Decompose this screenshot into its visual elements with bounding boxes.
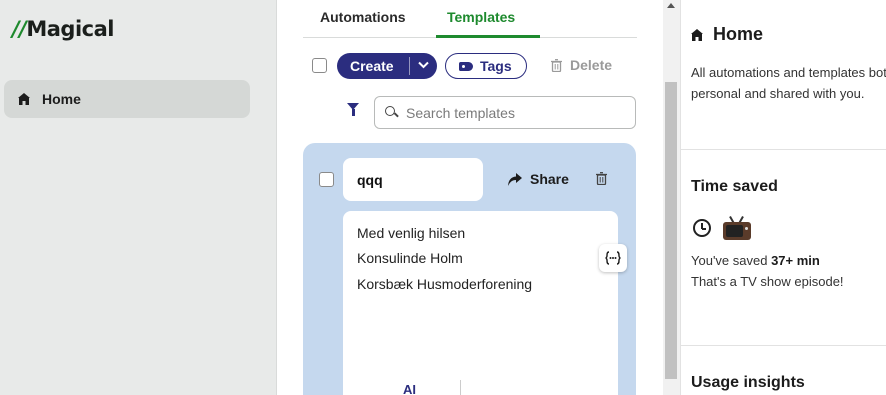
search-input[interactable] xyxy=(406,104,626,121)
scroll-up-arrow-icon[interactable] xyxy=(667,3,675,8)
sidebar-item-home[interactable]: Home xyxy=(4,80,250,118)
scrollbar[interactable] xyxy=(663,0,680,395)
insert-variable-icon[interactable] xyxy=(599,244,627,272)
share-button[interactable]: Share xyxy=(508,171,569,187)
home-icon xyxy=(691,28,703,41)
time-saved-note: That's a TV show episode! xyxy=(691,274,844,289)
tags-label: Tags xyxy=(480,58,512,74)
sidebar: //Magical Home xyxy=(0,0,277,395)
home-icon xyxy=(18,93,30,105)
filter-icon[interactable] xyxy=(347,103,359,116)
info-panel-title: Home xyxy=(691,24,763,45)
search-box[interactable] xyxy=(374,96,636,129)
time-saved-amount: 37+ min xyxy=(771,253,820,268)
sidebar-item-label: Home xyxy=(42,91,81,107)
trash-icon xyxy=(551,58,562,72)
create-label: Create xyxy=(350,58,394,74)
logo-text: Magical xyxy=(26,17,114,41)
tags-button[interactable]: Tags xyxy=(445,53,527,79)
trash-icon[interactable] xyxy=(596,172,607,185)
usage-insights-heading: Usage insights xyxy=(691,374,805,391)
active-tab-indicator xyxy=(436,35,540,38)
share-label: Share xyxy=(530,171,569,187)
template-checkbox[interactable] xyxy=(319,172,334,187)
select-all-checkbox[interactable] xyxy=(312,58,327,73)
search-icon xyxy=(385,106,398,119)
template-body-line: Korsbæk Husmoderforening xyxy=(357,276,533,292)
create-button[interactable]: Create xyxy=(337,53,437,79)
section-divider xyxy=(681,149,886,150)
delete-label: Delete xyxy=(570,57,613,73)
editor-toolbar-divider xyxy=(460,380,461,395)
template-body-editor[interactable]: Med venlig hilsen Konsulinde Holm Korsbæ… xyxy=(343,211,618,395)
time-saved-heading: Time saved xyxy=(691,178,778,195)
template-name-field[interactable]: qqq xyxy=(343,158,483,201)
chevron-down-icon[interactable] xyxy=(410,60,436,72)
template-body-line: Med venlig hilsen xyxy=(357,225,466,241)
logo-slash: // xyxy=(12,17,27,41)
delete-button[interactable]: Delete xyxy=(551,57,612,73)
tab-templates[interactable]: Templates xyxy=(447,9,515,25)
template-card[interactable]: qqq Share Med venlig hilsen Konsulinde H… xyxy=(303,143,636,395)
tv-icon xyxy=(723,216,751,240)
tag-icon xyxy=(459,61,473,71)
scrollbar-thumb[interactable] xyxy=(665,82,677,379)
tab-automations[interactable]: Automations xyxy=(320,9,406,25)
tab-bar: Automations Templates xyxy=(303,0,637,38)
time-saved-text: You've saved 37+ min That's a TV show ep… xyxy=(691,250,844,292)
magical-logo[interactable]: //Magical xyxy=(12,17,114,41)
share-icon xyxy=(508,172,522,186)
time-saved-prefix: You've saved xyxy=(691,253,772,268)
templates-panel: Automations Templates Create Tags Delete… xyxy=(277,0,663,395)
template-body-line: Konsulinde Holm xyxy=(357,250,463,266)
clock-icon xyxy=(693,219,711,237)
info-panel: Home All automations and templates both … xyxy=(680,0,886,395)
section-divider xyxy=(681,345,886,346)
info-panel-title-text: Home xyxy=(713,24,764,44)
ai-button[interactable]: AI xyxy=(403,382,416,395)
info-panel-description: All automations and templates both perso… xyxy=(691,65,886,101)
